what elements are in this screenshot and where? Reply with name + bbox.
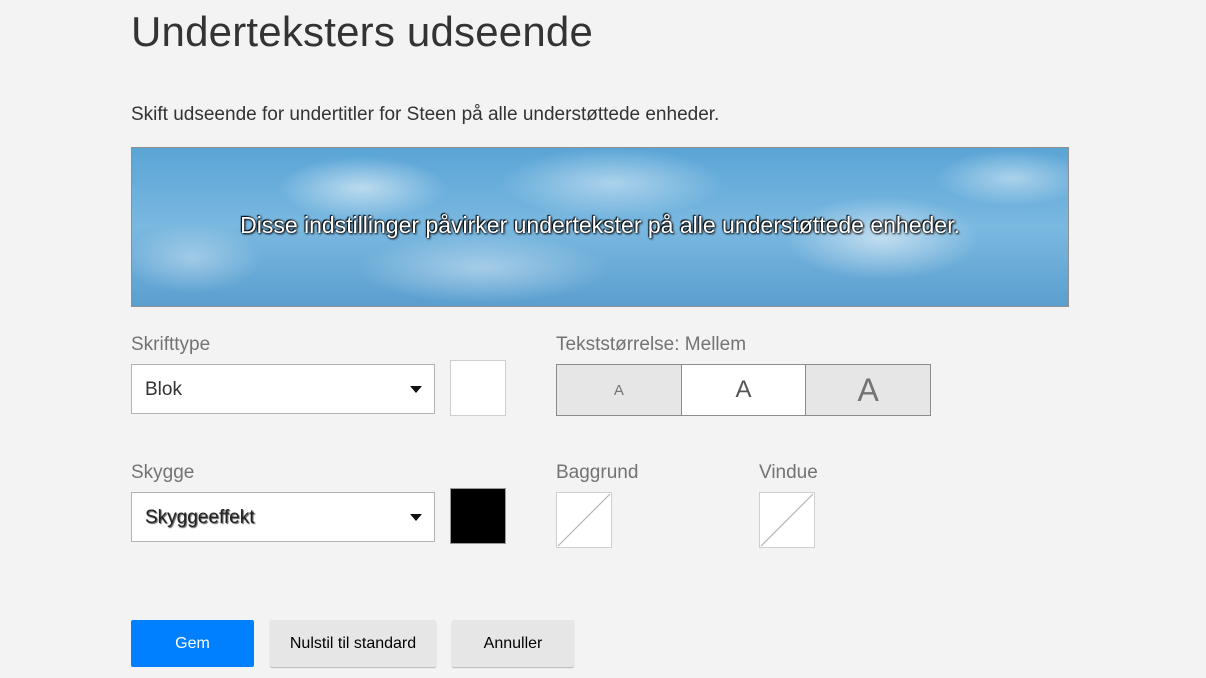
shadow-label: Skygge [131, 462, 195, 483]
chevron-down-icon [410, 386, 422, 393]
text-size-medium-button[interactable]: A [680, 365, 806, 415]
font-select-value: Blok [145, 379, 182, 400]
font-label: Skrifttype [131, 334, 211, 355]
preview-text: Disse indstillinger påvirker undertekste… [240, 212, 960, 238]
chevron-down-icon [410, 514, 422, 521]
save-button[interactable]: Gem [131, 620, 254, 667]
no-color-icon [557, 493, 611, 547]
reset-button[interactable]: Nulstil til standard [270, 620, 436, 667]
window-color-swatch[interactable] [759, 492, 815, 548]
font-color-swatch[interactable] [450, 360, 506, 416]
subtitle-appearance-page: Underteksters udseende Skift udseende fo… [0, 0, 1206, 678]
window-label: Vindue [759, 462, 818, 483]
cancel-button[interactable]: Annuller [452, 620, 574, 667]
shadow-select-value: Skyggeeffekt [145, 507, 255, 528]
font-select[interactable]: Blok [131, 364, 435, 414]
text-size-large-button[interactable]: A [805, 365, 931, 415]
text-size-small-button[interactable]: A [557, 365, 681, 415]
shadow-select[interactable]: Skyggeeffekt [131, 492, 435, 542]
page-subtitle: Skift udseende for undertitler for Steen… [131, 104, 720, 125]
background-color-swatch[interactable] [556, 492, 612, 548]
shadow-color-swatch[interactable] [450, 488, 506, 544]
background-label: Baggrund [556, 462, 639, 483]
no-color-icon [760, 493, 814, 547]
subtitle-preview: Disse indstillinger påvirker undertekste… [131, 147, 1069, 307]
text-size-selector: A A A [556, 364, 931, 416]
page-title: Underteksters udseende [131, 8, 594, 55]
text-size-label: Tekststørrelse: Mellem [556, 334, 747, 355]
